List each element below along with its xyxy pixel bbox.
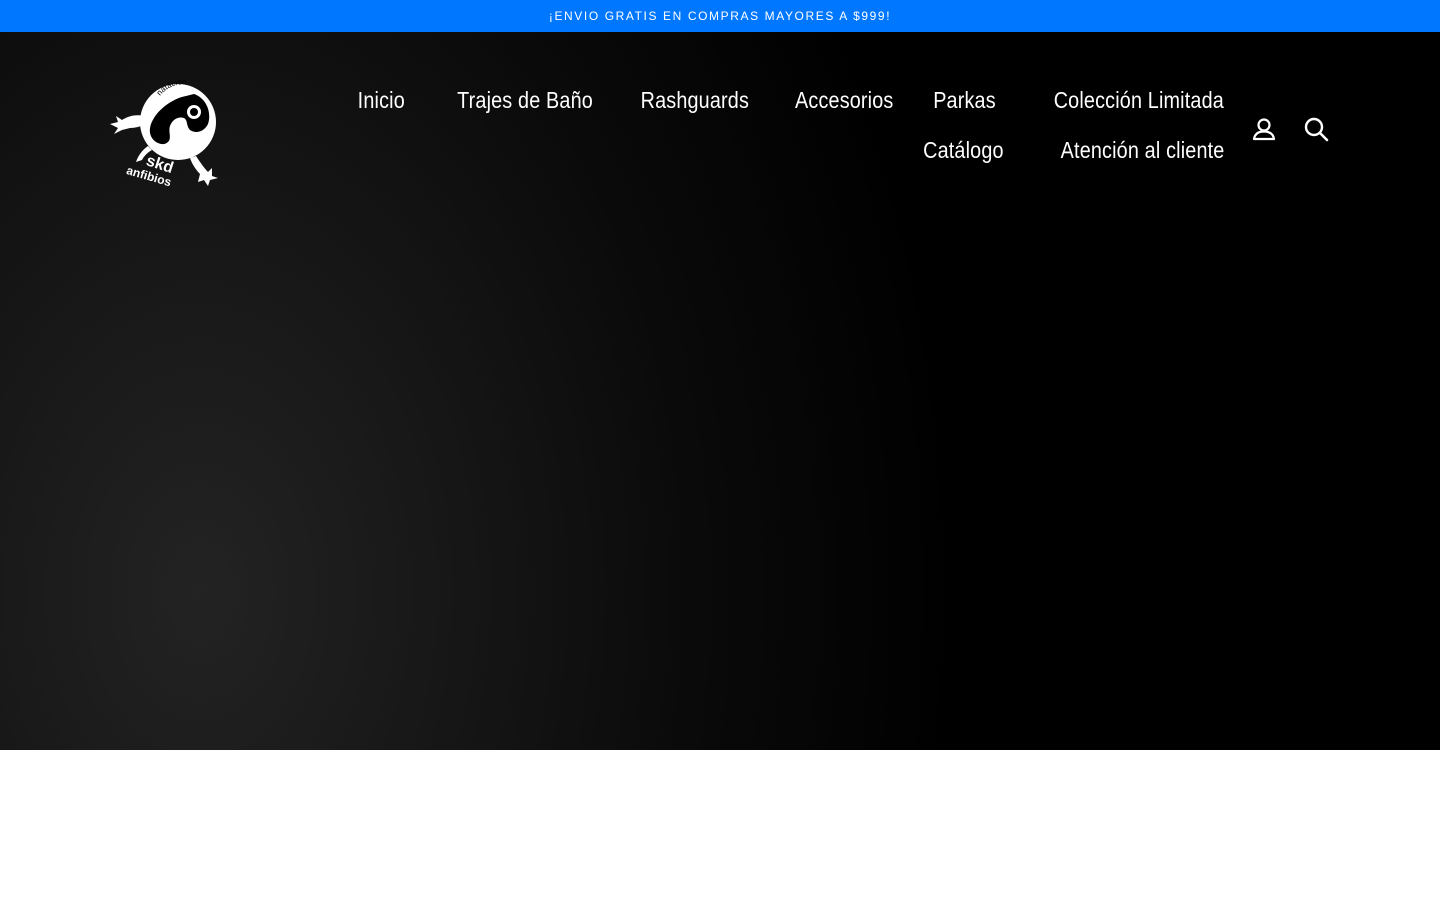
nav-item-accesorios[interactable]: Accesorios <box>795 82 893 118</box>
main-nav: Inicio Trajes de Baño Rashguards Accesor… <box>304 82 1224 168</box>
gecko-logo-icon: natación skd anfibios <box>110 77 218 189</box>
content-area <box>0 750 1440 900</box>
nav-item-atencion-al-cliente[interactable]: Atención al cliente <box>1060 132 1224 168</box>
announcement-text: ¡ENVIO GRATIS EN COMPRAS MAYORES A $999! <box>548 8 892 24</box>
account-button[interactable] <box>1249 114 1279 144</box>
hero-section: natación skd anfibios Inicio Trajes de B… <box>0 32 1440 750</box>
nav-item-catalogo[interactable]: Catálogo <box>923 132 1004 168</box>
nav-item-inicio[interactable]: Inicio <box>358 82 405 118</box>
nav-item-trajes-de-bano[interactable]: Trajes de Baño <box>457 82 593 118</box>
nav-item-rashguards[interactable]: Rashguards <box>640 82 748 118</box>
nav-item-coleccion-limitada[interactable]: Colección Limitada <box>1054 82 1224 118</box>
account-icon <box>1252 118 1276 141</box>
search-button[interactable] <box>1301 114 1331 144</box>
search-icon <box>1304 117 1329 142</box>
announcement-bar: ¡ENVIO GRATIS EN COMPRAS MAYORES A $999! <box>0 0 1440 33</box>
site-logo[interactable]: natación skd anfibios <box>108 76 224 189</box>
nav-item-parkas[interactable]: Parkas <box>933 82 996 118</box>
